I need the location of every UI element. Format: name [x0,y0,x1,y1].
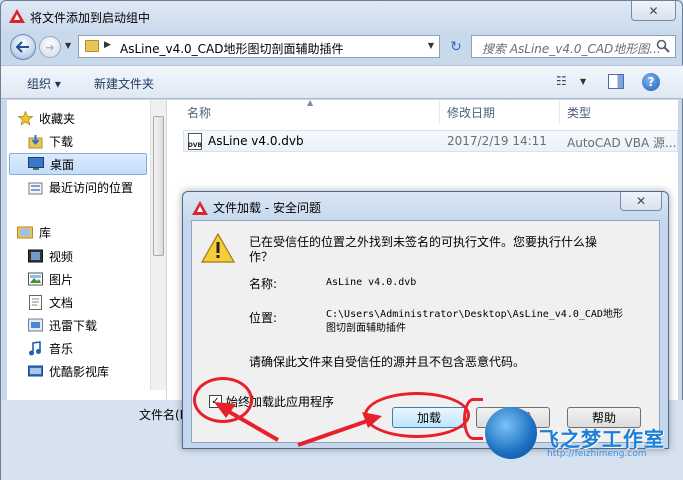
navigation-scrollbar[interactable] [150,100,166,390]
file-date: 2017/2/19 14:11 [447,134,547,148]
sidebar-item-desktop[interactable]: 桌面 [9,153,147,175]
library-icon [17,224,33,240]
documents-icon [27,294,43,310]
address-path[interactable]: AsLine_v4.0_CAD地形图切剖面辅助插件 [120,40,343,57]
watermark: 飞之梦工作室 http://feizhimeng.com [485,407,680,477]
sidebar-item-label: 最近访问的位置 [49,180,134,195]
column-header-date[interactable]: 修改日期 [447,104,495,121]
forward-arrow-icon: ➜ [45,40,55,54]
sidebar-item-downloads[interactable]: 下载 [19,130,159,152]
star-icon [17,110,33,126]
desktop-icon [28,156,44,172]
sidebar-item-libraries[interactable]: 库 [9,221,149,243]
location-value: C:\Users\Administrator\Desktop\AsLine_v4… [326,309,623,334]
dialog-title: 文件加载 - 安全问题 [213,201,321,215]
sidebar-item-label: 迅雷下载 [49,318,98,333]
refresh-button[interactable]: ↻ [445,35,467,58]
sidebar-item-label: 库 [39,225,52,240]
sidebar-item-thunder-download[interactable]: 迅雷下载 [19,314,159,336]
watermark-url: http://feizhimeng.com [547,449,647,459]
dialog-close-button[interactable]: ✕ [620,192,662,211]
name-value: AsLine v4.0.dvb [326,277,417,288]
thunder-download-icon [27,317,43,333]
back-arrow-icon [16,41,29,53]
breadcrumb-chevron-icon[interactable]: ▶ [104,40,111,50]
sidebar-item-favorites[interactable]: 收藏夹 [9,107,149,129]
window-title: 将文件添加到启动组中 [30,11,151,25]
organize-button[interactable]: 组织 ▾ [27,75,61,92]
table-row[interactable]: DVB AsLine v4.0.dvb 2017/2/19 14:11 Auto… [183,130,678,152]
annotation-circle-load-button [364,392,470,438]
annotation-circle-partial [463,398,483,440]
sort-ascending-icon: ▲ [307,98,314,107]
youku-library-icon [27,363,43,379]
address-dropdown-icon[interactable]: ▼ [428,41,434,50]
autocad-logo-icon [9,9,25,23]
sidebar-item-music[interactable]: 音乐 [19,337,159,359]
sidebar-item-label: 桌面 [50,157,75,172]
dialog-message: 已在受信任的位置之外找到未签名的可执行文件。您要执行什么操作？ [249,235,598,264]
sidebar-item-label: 收藏夹 [39,111,76,126]
help-icon[interactable]: ? [642,73,660,91]
watermark-text: 飞之梦工作室 [539,427,665,451]
sidebar-item-label: 文档 [49,295,74,310]
sidebar-item-label: 优酷影视库 [49,364,110,379]
sidebar-item-recent-places[interactable]: 最近访问的位置 [19,176,159,198]
file-name: AsLine v4.0.dvb [208,134,304,148]
annotation-circle-checkbox [193,377,253,423]
view-options-icon[interactable]: ☷ [556,74,567,88]
recent-pages-dropdown-icon[interactable]: ▼ [65,41,71,50]
warning-icon [201,233,235,263]
window-close-button[interactable]: ✕ [631,1,676,21]
folder-icon [85,40,99,52]
refresh-icon: ↻ [450,38,462,55]
new-folder-button[interactable]: 新建文件夹 [94,75,154,92]
sidebar-item-label: 音乐 [49,341,74,356]
sidebar-item-pictures[interactable]: 图片 [19,268,159,290]
search-icon[interactable] [656,39,670,53]
dialog-note: 请确保此文件来自受信任的源并且不包含恶意代码。 [249,355,526,369]
sidebar-item-documents[interactable]: 文档 [19,291,159,313]
sidebar-item-label: 下载 [49,134,74,149]
back-button[interactable] [10,34,36,60]
close-icon: ✕ [648,3,659,18]
pictures-icon [27,271,43,287]
dvb-file-icon: DVB [188,133,202,150]
sidebar-item-youku-library[interactable]: 优酷影视库 [19,360,159,382]
globe-logo-icon [485,407,537,459]
navigation-pane: 收藏夹 下载 桌面 最近访问的位置 库 视频 图片 文档 迅雷下载 音乐 优酷影… [7,100,166,400]
file-type: AutoCAD VBA 源... [567,136,677,150]
sidebar-item-label: 视频 [49,249,74,264]
column-header-name[interactable]: 名称 [187,104,211,121]
sidebar-item-label: 图片 [49,272,74,287]
music-icon [27,340,43,356]
title-bar: 将文件添加到启动组中 ✕ [1,1,682,31]
recent-places-icon [27,179,43,195]
column-divider[interactable] [439,100,440,124]
view-dropdown-icon[interactable]: ▼ [580,77,586,86]
address-bar[interactable]: ▶ AsLine_v4.0_CAD地形图切剖面辅助插件 ▼ [78,35,440,58]
video-icon [27,248,43,264]
preview-pane-icon[interactable] [608,74,624,89]
location-label: 位置: [249,311,278,325]
search-input[interactable]: 搜索 AsLine_v4.0_CAD地形图... [482,40,661,57]
name-label: 名称: [249,277,278,291]
download-folder-icon [27,133,43,149]
close-icon: ✕ [635,194,647,208]
navigation-bar: ➜ ▼ ▶ AsLine_v4.0_CAD地形图切剖面辅助插件 ▼ ↻ 搜索 A… [1,31,682,63]
autocad-logo-icon [192,201,208,215]
forward-button[interactable]: ➜ [39,36,61,58]
sidebar-item-videos[interactable]: 视频 [19,245,159,267]
scrollbar-thumb[interactable] [153,116,164,256]
command-toolbar: 组织 ▾ 新建文件夹 ☷ ▼ ? [1,65,683,99]
column-header-type[interactable]: 类型 [567,104,591,121]
search-box[interactable]: 搜索 AsLine_v4.0_CAD地形图... [471,35,676,58]
column-divider[interactable] [559,100,560,124]
